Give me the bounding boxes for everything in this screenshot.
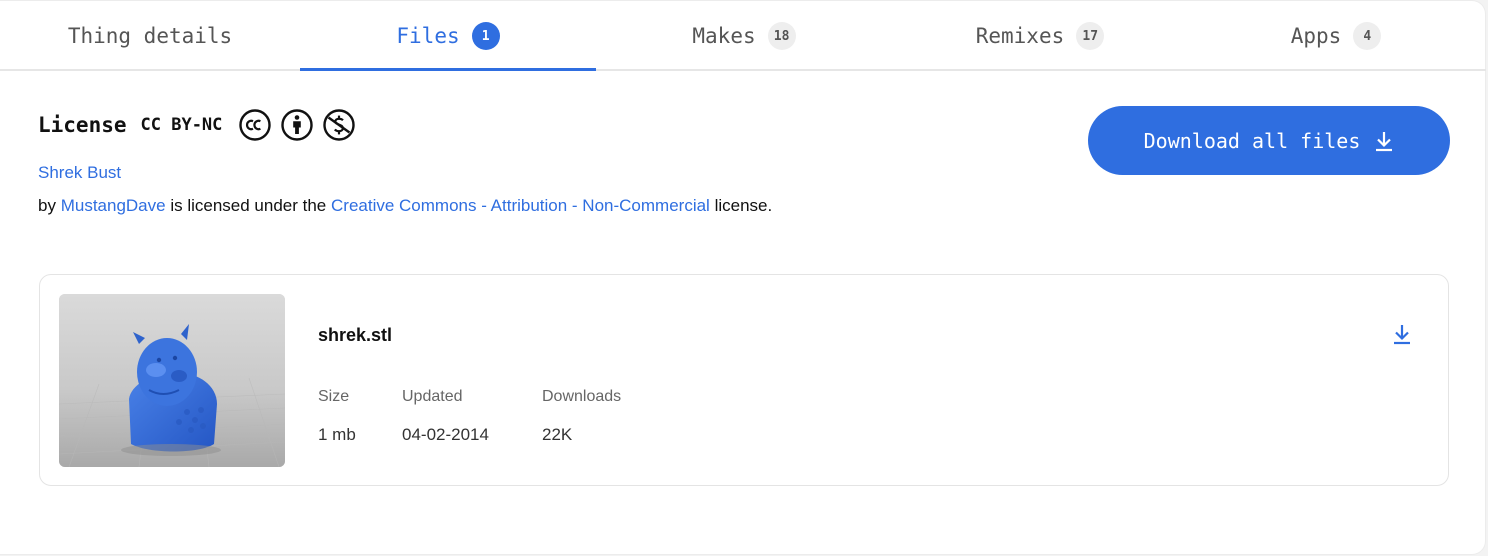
license-type: CC BY-NC: [140, 115, 223, 135]
tab-files[interactable]: Files 1: [300, 1, 596, 71]
download-icon: [1374, 130, 1394, 152]
active-tab-indicator: [300, 68, 596, 71]
download-icon: [1392, 323, 1412, 349]
license-text-by: by: [38, 196, 56, 215]
download-all-label: Download all files: [1143, 128, 1361, 153]
tab-makes[interactable]: Makes 18: [596, 1, 892, 71]
tab-apps[interactable]: Apps 4: [1188, 1, 1484, 71]
files-panel: Thing details Files 1 Makes 18 Remixes 1…: [0, 0, 1486, 555]
license-link[interactable]: Creative Commons - Attribution - Non-Com…: [331, 196, 710, 215]
non-commercial-icon[interactable]: [322, 108, 356, 142]
tab-label: Apps: [1290, 24, 1342, 48]
attribution-icon[interactable]: [280, 108, 314, 142]
thing-name-link[interactable]: Shrek Bust: [38, 163, 121, 183]
license-label: License: [38, 113, 127, 137]
tab-label: Files: [396, 24, 460, 48]
updated-label: Updated: [402, 388, 463, 405]
license-text-end: license.: [714, 196, 773, 215]
file-name[interactable]: shrek.stl: [318, 325, 392, 346]
license-text-mid: is licensed under the: [170, 196, 327, 215]
download-all-button[interactable]: Download all files: [1088, 106, 1450, 175]
tab-count-badge: 4: [1353, 22, 1382, 50]
tab-count-badge: 1: [471, 22, 500, 50]
cc-icon[interactable]: [238, 108, 272, 142]
file-card: shrek.stl Size Updated Downloads 1 mb 04…: [39, 274, 1449, 486]
author-link[interactable]: MustangDave: [61, 196, 166, 215]
license-heading: License CC BY-NC: [38, 107, 356, 143]
size-label: Size: [318, 388, 350, 405]
tab-remixes[interactable]: Remixes 17: [892, 1, 1188, 71]
tab-count-badge: 17: [1076, 22, 1105, 50]
tab-thing-details[interactable]: Thing details: [0, 1, 300, 71]
tab-label: Remixes: [975, 24, 1065, 48]
tab-count-badge: 18: [767, 22, 796, 50]
updated-value: 04-02-2014: [402, 425, 489, 444]
license-icons: [238, 108, 356, 142]
tab-label: Makes: [692, 24, 756, 48]
tab-label: Thing details: [67, 24, 233, 48]
license-text: by MustangDave is licensed under the Cre…: [38, 196, 772, 216]
downloads-label: Downloads: [542, 388, 622, 405]
size-value: 1 mb: [318, 425, 356, 444]
file-download-button[interactable]: [1390, 323, 1414, 349]
file-thumbnail[interactable]: [59, 294, 285, 467]
downloads-value: 22K: [542, 425, 573, 444]
tab-bar: Thing details Files 1 Makes 18 Remixes 1…: [0, 1, 1486, 71]
